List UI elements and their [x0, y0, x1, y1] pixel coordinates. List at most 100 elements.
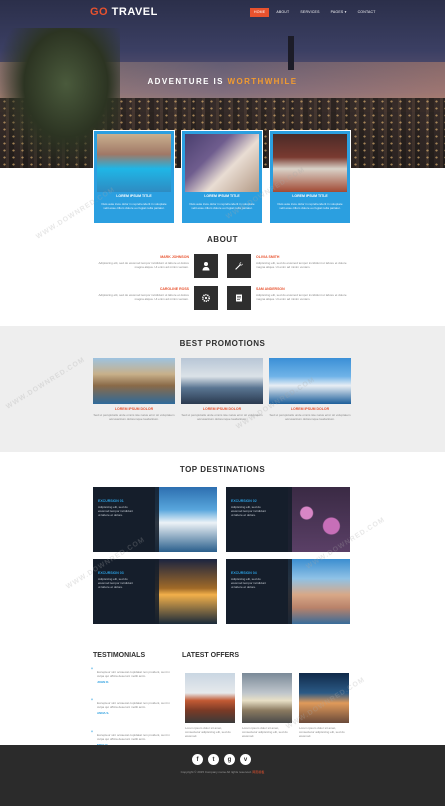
logo-accent: GO	[90, 6, 109, 18]
feature-title: LOREM IPSUM TITLE	[292, 194, 328, 198]
facebook-icon[interactable]: f	[192, 754, 203, 765]
nav-contact[interactable]: CONTACT	[354, 8, 380, 17]
about-person: OLIVIA SMITH Adipisicing elit, sed do ei…	[256, 255, 354, 269]
person-text: Adipisicing elit, sed do eiusmod tempor …	[98, 293, 189, 301]
offer-text: Lorem ipsum dolor sit amet, consectetur …	[185, 726, 231, 738]
promo-text: Sed ut perspiciatis unde omnis iste natu…	[269, 413, 351, 421]
quote-icon: “	[91, 699, 93, 705]
flowers-image	[288, 487, 350, 552]
destination-name: EXCURSION 02	[231, 499, 257, 503]
testimonial-quote: Excepteur sint occaecat cupidatat non pr…	[97, 701, 170, 709]
promo-card[interactable]: LOREM IPSUM DOLOR Sed ut perspiciatis un…	[93, 358, 175, 421]
testimonial: “ Excepteur sint occaecat cupidatat non …	[91, 668, 173, 684]
feature-card[interactable]: LOREM IPSUM TITLE Duis aute irure dolor …	[269, 130, 351, 224]
offer-card[interactable]: Lorem ipsum dolor sit amet, consectetur …	[299, 673, 349, 738]
offer-text: Lorem ipsum dolor sit amet, consectetur …	[299, 726, 345, 738]
feature-card[interactable]: LOREM IPSUM TITLE Duis aute irure dolor …	[93, 130, 175, 224]
destination-overlay: EXCURSION 02 Adipisicing elit, sed do ei…	[226, 487, 292, 552]
promo-title: LOREM IPSUM DOLOR	[114, 407, 154, 411]
feature-text: Duis aute irure dolor in reprehenderit i…	[277, 202, 343, 210]
testimonial: “ Excepteur sint occaecat cupidatat non …	[91, 699, 173, 715]
site-logo[interactable]: GO TRAVEL	[90, 6, 158, 18]
logo-text: TRAVEL	[108, 6, 158, 18]
copyright-link[interactable]: 网页模板	[252, 770, 264, 774]
destination-overlay: EXCURSION 03 Adipisicing elit, sed do ei…	[93, 559, 159, 624]
destination-card[interactable]: EXCURSION 02 Adipisicing elit, sed do ei…	[226, 487, 350, 552]
offer-card[interactable]: Lorem ipsum dolor sit amet, consectetur …	[185, 673, 235, 738]
destination-name: EXCURSION 03	[98, 571, 124, 575]
social-links: f t g v	[192, 754, 251, 765]
copyright: Copyright © 2015 Company name All rights…	[0, 770, 445, 774]
nav-home[interactable]: HOME	[250, 8, 270, 17]
train-image	[242, 673, 292, 723]
nav-pages[interactable]: PAGES ▾	[327, 8, 351, 17]
nav-services[interactable]: SERVICES	[296, 8, 323, 17]
offer-card[interactable]: Lorem ipsum dolor sit amet, consectetur …	[242, 673, 292, 738]
coastal-town-image	[93, 358, 175, 404]
opera-house-image	[269, 358, 351, 404]
destination-card[interactable]: EXCURSION 03 Adipisicing elit, sed do ei…	[93, 559, 217, 624]
quote-icon: “	[91, 731, 93, 737]
destination-line: ut labore et dolore.	[231, 513, 257, 517]
person-text: Adipisicing elit, sed do eiusmod tempor …	[256, 261, 347, 269]
person-name: CAROLINE ROSS	[159, 287, 189, 291]
testimonial-quote: Excepteur sint occaecat cupidatat non pr…	[97, 670, 170, 678]
testimonial-quote: Excepteur sint occaecat cupidatat non pr…	[97, 733, 170, 741]
person-name: MARK JOHNSON	[160, 255, 189, 259]
destination-name: EXCURSION 01	[98, 499, 124, 503]
feature-text: Duis aute irure dolor in reprehenderit i…	[189, 202, 255, 210]
santorini-image	[155, 487, 217, 552]
promo-title: LOREM IPSUM DOLOR	[290, 407, 330, 411]
user-icon	[194, 254, 218, 278]
restaurant-image	[273, 134, 347, 192]
promotions-title: BEST PROMOTIONS	[179, 339, 266, 348]
hero-title-accent: WORTHWHILE	[227, 77, 298, 86]
document-icon	[227, 286, 251, 310]
offer-text: Lorem ipsum dolor sit amet, consectetur …	[242, 726, 288, 738]
promo-text: Sed ut perspiciatis unde omnis iste natu…	[93, 413, 175, 421]
promo-title: LOREM IPSUM DOLOR	[202, 407, 242, 411]
about-title: ABOUT	[207, 235, 238, 244]
harbor-town-image	[288, 559, 350, 624]
airplane-wing-image	[299, 673, 349, 723]
testimonial-author[interactable]: JOHN D.	[93, 680, 173, 684]
nav-about[interactable]: ABOUT	[272, 8, 293, 17]
promo-card[interactable]: LOREM IPSUM DOLOR Sed ut perspiciatis un…	[181, 358, 263, 421]
feature-text: Duis aute irure dolor in reprehenderit i…	[101, 202, 167, 210]
wrench-icon	[227, 254, 251, 278]
person-text: Adipisicing elit, sed do eiusmod tempor …	[98, 261, 189, 269]
person-name: OLIVIA SMITH	[256, 255, 280, 259]
vimeo-icon[interactable]: v	[240, 754, 251, 765]
feature-card[interactable]: LOREM IPSUM TITLE Duis aute irure dolor …	[181, 130, 263, 224]
tram-image	[185, 673, 235, 723]
feature-cards: LOREM IPSUM TITLE Duis aute irure dolor …	[93, 130, 351, 224]
bridge-image	[155, 559, 217, 624]
quote-icon: “	[91, 668, 93, 674]
destination-card[interactable]: EXCURSION 04 Adipisicing elit, sed do ei…	[226, 559, 350, 624]
copyright-text: Copyright © 2015 Company name All rights…	[180, 770, 252, 774]
destination-line: ut labore et dolore.	[231, 585, 257, 589]
twitter-icon[interactable]: t	[208, 754, 219, 765]
testimonials-title: TESTIMONIALS	[93, 652, 146, 659]
page: GO TRAVEL HOME ABOUT SERVICES PAGES ▾ CO…	[0, 0, 445, 806]
person-name: SAM ANDERSON	[256, 287, 285, 291]
feature-title: LOREM IPSUM TITLE	[204, 194, 240, 198]
harbor-image	[181, 358, 263, 404]
destination-line: ut labore et dolore.	[98, 585, 124, 589]
hero-title-plain: ADVENTURE IS	[147, 77, 228, 86]
destination-overlay: EXCURSION 04 Adipisicing elit, sed do ei…	[226, 559, 292, 624]
google-plus-icon[interactable]: g	[224, 754, 235, 765]
offers-title: LATEST OFFERS	[182, 652, 240, 659]
about-person: SAM ANDERSON Adipisicing elit, sed do ei…	[256, 287, 354, 301]
hero-title: ADVENTURE IS WORTHWHILE	[0, 77, 445, 86]
pool-image	[97, 134, 171, 192]
destination-card[interactable]: EXCURSION 01 Adipisicing elit, sed do ei…	[93, 487, 217, 552]
destinations-title: TOP DESTINATIONS	[179, 465, 266, 474]
promo-card[interactable]: LOREM IPSUM DOLOR Sed ut perspiciatis un…	[269, 358, 351, 421]
gear-icon	[194, 286, 218, 310]
destination-overlay: EXCURSION 01 Adipisicing elit, sed do ei…	[93, 487, 159, 552]
main-nav: HOME ABOUT SERVICES PAGES ▾ CONTACT	[250, 8, 380, 17]
testimonial-author[interactable]: ANNA S.	[93, 711, 173, 715]
about-person: MARK JOHNSON Adipisicing elit, sed do ei…	[91, 255, 189, 269]
hotel-room-image	[185, 134, 259, 192]
